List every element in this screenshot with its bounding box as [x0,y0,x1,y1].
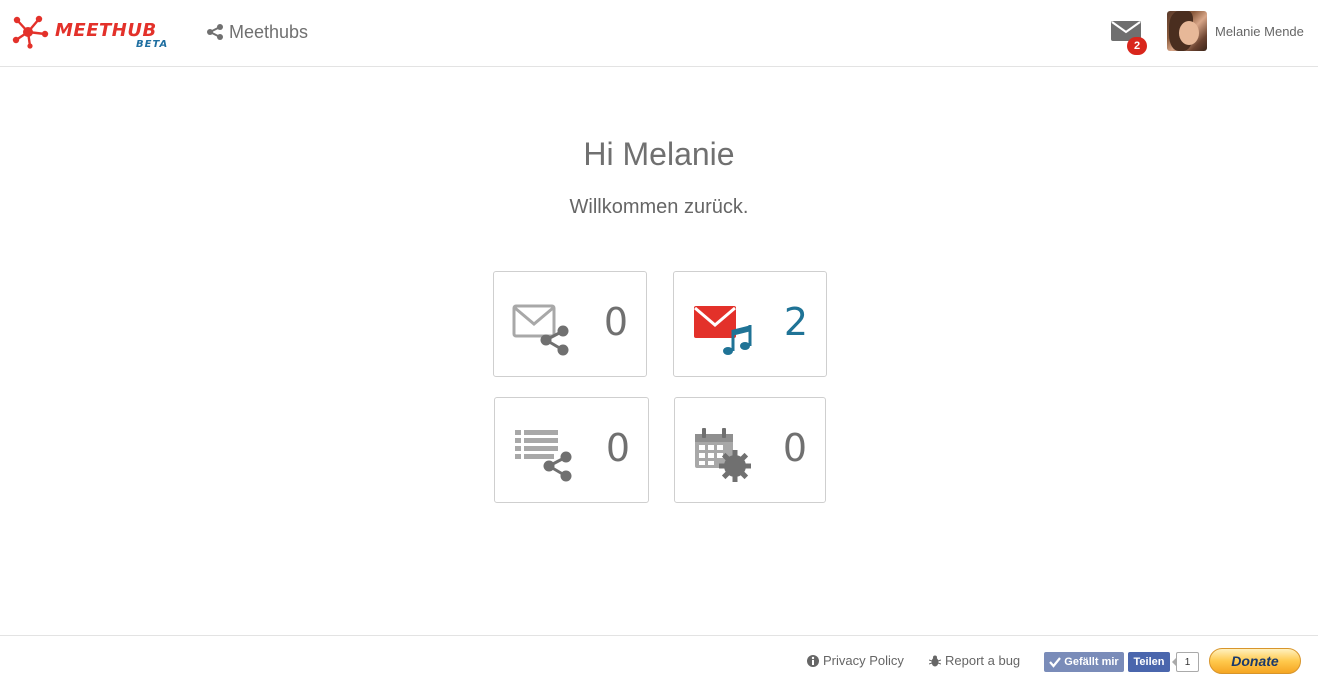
tile-count: 0 [605,426,630,470]
tile-count: 2 [783,300,808,344]
user-name: Melanie Mende [1215,23,1304,39]
tile-events[interactable]: 0 [674,397,826,503]
top-bar: MEETHUB BETA Meethubs 2 Melanie Mende [0,0,1318,67]
nav-meethubs[interactable]: Meethubs [206,20,308,44]
report-bug-label: Report a bug [945,653,1021,668]
meethub-logo[interactable]: MEETHUB BETA [12,12,182,52]
report-bug-link[interactable]: Report a bug [929,653,1020,668]
welcome-text: Willkommen zurück. [569,196,749,218]
checkmark-icon [1049,657,1062,668]
share-count: 1 [1172,652,1199,672]
share-label: Teilen [1133,656,1165,668]
avatar-face [1179,21,1199,45]
tile-shared-messages[interactable]: 0 [493,271,647,377]
facebook-share-button[interactable]: Teilen [1128,652,1170,672]
user-menu[interactable]: Melanie Mende [1167,11,1304,51]
privacy-policy-link[interactable]: Privacy Policy [807,653,904,668]
nav-meethubs-label: Meethubs [229,21,309,42]
privacy-policy-label: Privacy Policy [823,653,904,668]
tile-shared-lists[interactable]: 0 [494,397,649,503]
tile-count: 0 [603,300,628,344]
bug-icon [929,655,941,666]
list-share-icon [515,430,572,482]
footer: Privacy Policy Report a bug Gefällt mir … [0,635,1318,682]
avatar [1167,11,1207,51]
tile-music-messages[interactable]: 2 [673,271,827,377]
donate-button[interactable]: Donate [1209,648,1301,674]
calendar-gear-icon [695,428,751,482]
share-icon [207,24,223,40]
info-icon [807,654,819,667]
greeting-heading: Hi Melanie [583,136,735,172]
unread-badge: 2 [1127,37,1147,55]
tile-count: 0 [782,426,807,470]
mail-music-icon [694,306,752,355]
logo-wordmark: MEETHUB [55,20,157,41]
beta-label: BETA [136,39,169,50]
facebook-like-button[interactable]: Gefällt mir [1044,652,1124,672]
like-label: Gefällt mir [1064,656,1119,668]
messages-button[interactable]: 2 [1108,16,1150,56]
donate-label: Donate [1231,653,1279,669]
network-logo-icon [12,15,49,49]
mail-share-icon [512,304,569,356]
